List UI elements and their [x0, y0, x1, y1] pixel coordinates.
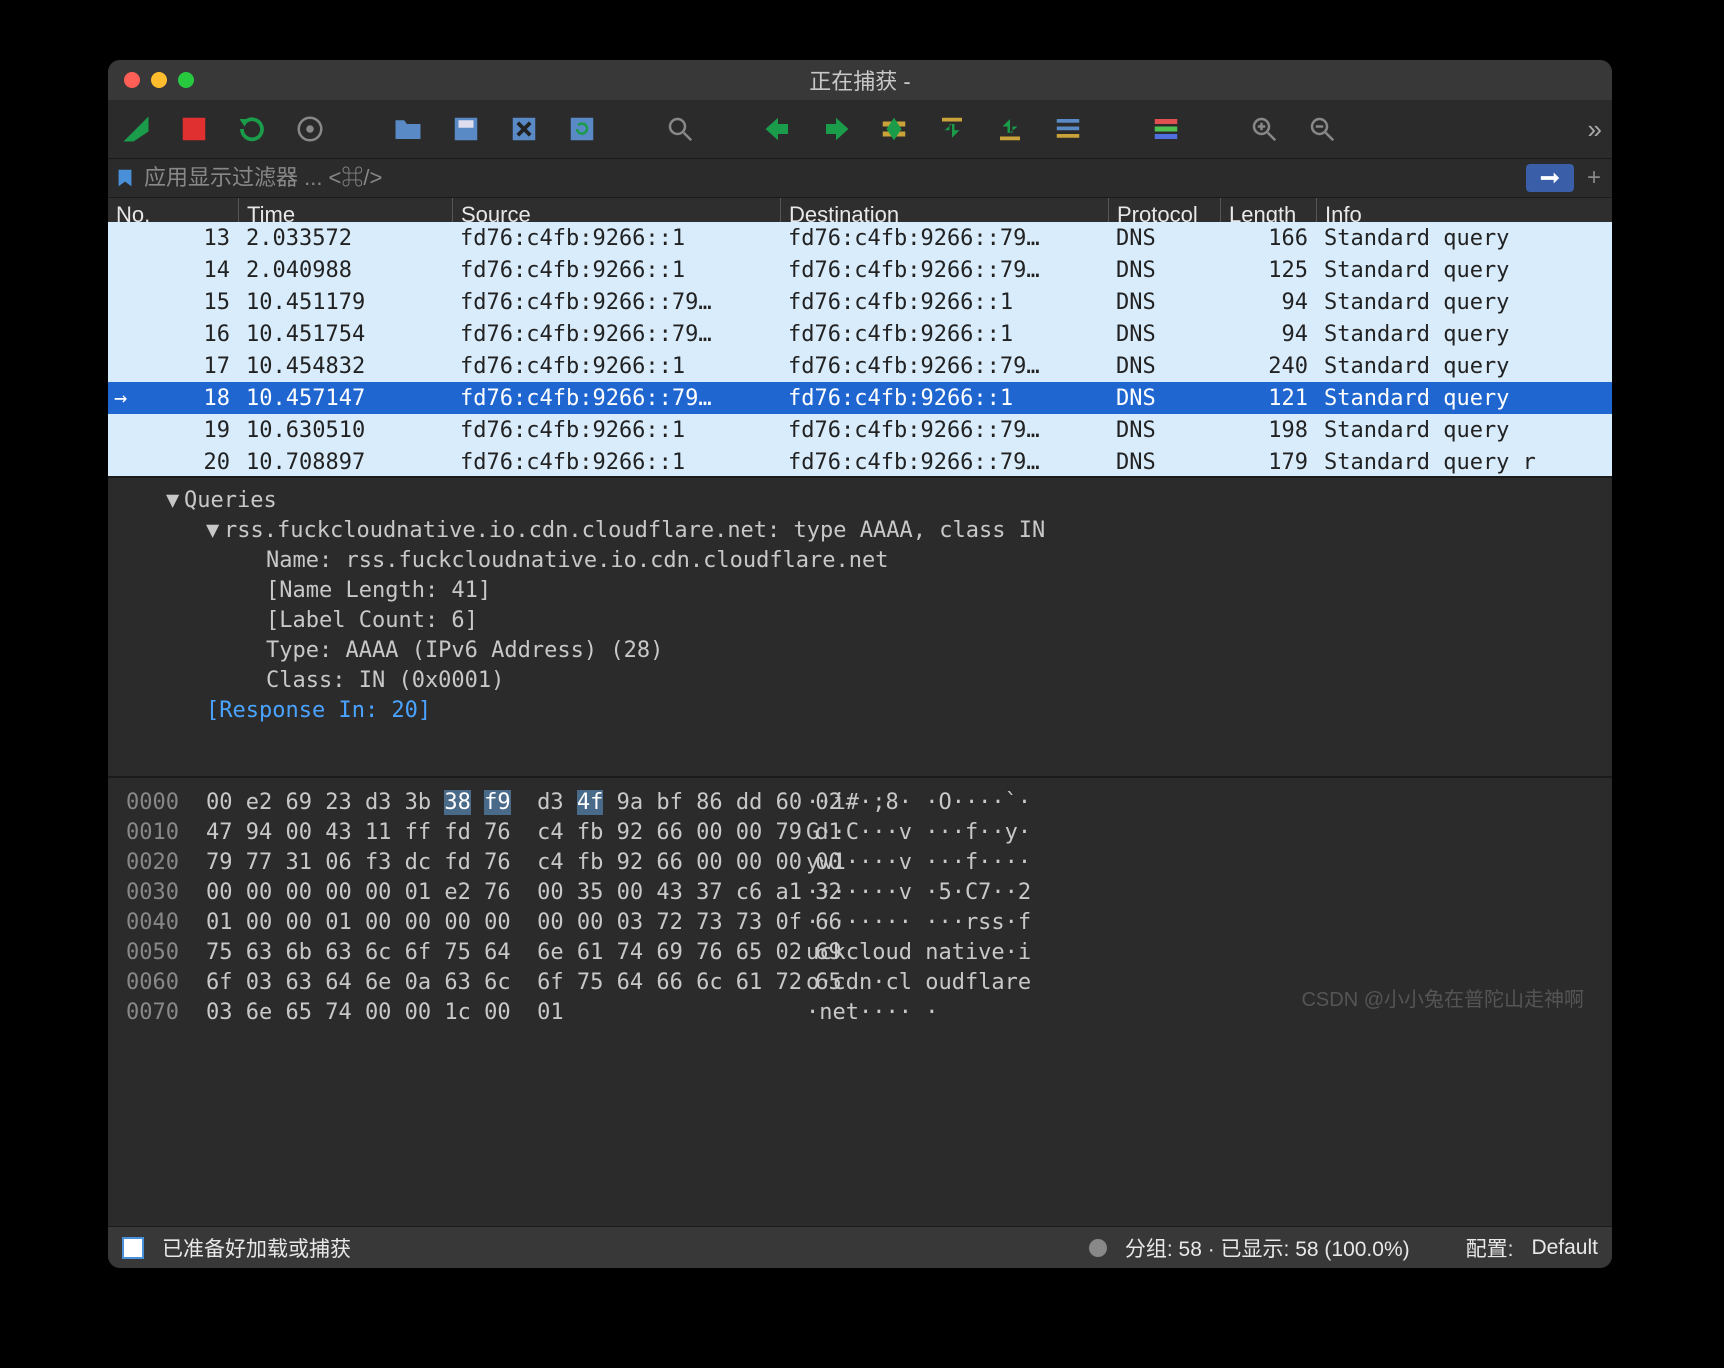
window-title: 正在捕获 -	[108, 64, 1612, 96]
fin-icon[interactable]	[118, 111, 154, 147]
go-first-button[interactable]	[934, 111, 970, 147]
window-controls	[124, 72, 194, 88]
packet-row[interactable]: 132.033572fd76:c4fb:9266::1fd76:c4fb:926…	[108, 222, 1612, 254]
hex-row[interactable]: 000000 e2 69 23 d3 3b 38 f9 d3 4f 9a bf …	[126, 788, 1594, 818]
hex-row[interactable]: 004001 00 00 01 00 00 00 00 00 00 03 72 …	[126, 908, 1594, 938]
detail-response-link[interactable]: [Response In: 20]	[206, 698, 431, 723]
filter-add-button[interactable]: +	[1582, 164, 1606, 192]
packet-row[interactable]: 142.040988fd76:c4fb:9266::1fd76:c4fb:926…	[108, 254, 1612, 286]
zoom-out-button[interactable]	[1304, 111, 1340, 147]
detail-queries[interactable]: Queries	[184, 488, 277, 513]
open-file-button[interactable]	[390, 111, 426, 147]
packet-row[interactable]: 2010.708897fd76:c4fb:9266::1fd76:c4fb:92…	[108, 446, 1612, 476]
go-forward-button[interactable]	[818, 111, 854, 147]
packet-list[interactable]: 132.033572fd76:c4fb:9266::1fd76:c4fb:926…	[108, 222, 1612, 476]
reload-button[interactable]	[564, 111, 600, 147]
minimize-button[interactable]	[151, 72, 167, 88]
close-button[interactable]	[124, 72, 140, 88]
auto-scroll-button[interactable]	[1050, 111, 1086, 147]
detail-label-count[interactable]: [Label Count: 6]	[266, 608, 478, 633]
display-filter-bar: +	[108, 158, 1612, 198]
filter-apply-button[interactable]	[1526, 164, 1574, 192]
packet-row[interactable]: →1810.457147fd76:c4fb:9266::79…fd76:c4fb…	[108, 382, 1612, 414]
save-file-button[interactable]	[448, 111, 484, 147]
expert-info-icon[interactable]	[122, 1237, 144, 1259]
stop-capture-button[interactable]	[176, 111, 212, 147]
packet-detail-pane[interactable]: ▼Queries ▼rss.fuckcloudnative.io.cdn.clo…	[108, 476, 1612, 776]
status-stats: 分组: 58 · 已显示: 58 (100.0%)	[1125, 1233, 1410, 1263]
hex-row[interactable]: 001047 94 00 43 11 ff fd 76 c4 fb 92 66 …	[126, 818, 1594, 848]
go-to-packet-button[interactable]	[876, 111, 912, 147]
packet-row[interactable]: 1510.451179fd76:c4fb:9266::79…fd76:c4fb:…	[108, 286, 1612, 318]
watermark: CSDN @小小兔在普陀山走神啊	[1301, 983, 1584, 1012]
status-indicator-icon	[1089, 1239, 1107, 1257]
colorize-button[interactable]	[1148, 111, 1184, 147]
hex-row[interactable]: 005075 63 6b 63 6c 6f 75 64 6e 61 74 69 …	[126, 938, 1594, 968]
packet-row[interactable]: 1910.630510fd76:c4fb:9266::1fd76:c4fb:92…	[108, 414, 1612, 446]
detail-class[interactable]: Class: IN (0x0001)	[266, 668, 504, 693]
bookmark-icon[interactable]	[114, 167, 136, 189]
find-button[interactable]	[662, 111, 698, 147]
profile-value[interactable]: Default	[1531, 1236, 1598, 1260]
detail-type[interactable]: Type: AAAA (IPv6 Address) (28)	[266, 638, 663, 663]
status-ready: 已准备好加载或捕获	[162, 1233, 351, 1263]
packet-row[interactable]: 1710.454832fd76:c4fb:9266::1fd76:c4fb:92…	[108, 350, 1612, 382]
restart-capture-button[interactable]	[234, 111, 270, 147]
maximize-button[interactable]	[178, 72, 194, 88]
go-back-button[interactable]	[760, 111, 796, 147]
main-toolbar: »	[108, 100, 1612, 158]
zoom-in-button[interactable]	[1246, 111, 1282, 147]
status-bar: 已准备好加载或捕获 分组: 58 · 已显示: 58 (100.0%) 配置: …	[108, 1226, 1612, 1268]
app-window: 正在捕获 - » + No. Time Source	[108, 60, 1612, 1268]
hex-row[interactable]: 002079 77 31 06 f3 dc fd 76 c4 fb 92 66 …	[126, 848, 1594, 878]
go-last-button[interactable]	[992, 111, 1028, 147]
display-filter-input[interactable]	[144, 165, 1518, 191]
options-button[interactable]	[292, 111, 328, 147]
packet-row[interactable]: 1610.451754fd76:c4fb:9266::79…fd76:c4fb:…	[108, 318, 1612, 350]
toolbar-overflow-icon[interactable]: »	[1588, 114, 1602, 145]
hex-row[interactable]: 003000 00 00 00 00 01 e2 76 00 35 00 43 …	[126, 878, 1594, 908]
titlebar: 正在捕获 -	[108, 60, 1612, 100]
detail-query-line[interactable]: rss.fuckcloudnative.io.cdn.cloudflare.ne…	[224, 518, 1045, 543]
detail-name-length[interactable]: [Name Length: 41]	[266, 578, 491, 603]
profile-label: 配置:	[1466, 1233, 1514, 1263]
close-file-button[interactable]	[506, 111, 542, 147]
detail-name[interactable]: Name: rss.fuckcloudnative.io.cdn.cloudfl…	[266, 548, 889, 573]
